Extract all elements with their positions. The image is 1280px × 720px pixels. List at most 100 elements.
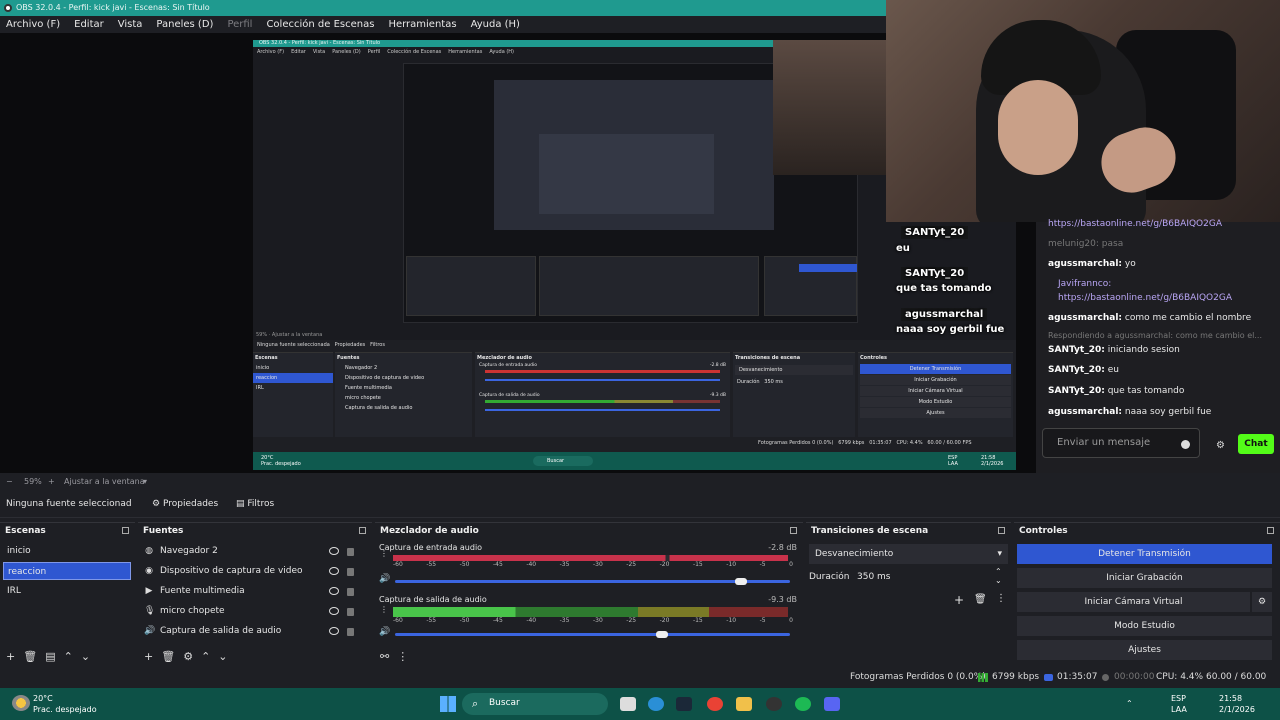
menu-vista[interactable]: Vista <box>118 16 143 33</box>
chevron-down-icon[interactable]: ▾ <box>143 473 147 490</box>
menu-ayuda[interactable]: Ayuda (H) <box>471 16 520 33</box>
volume-slider-in[interactable] <box>395 578 790 585</box>
duration-input[interactable]: 350 ms <box>857 572 891 582</box>
duration-stepper[interactable]: ⌃ ⌄ <box>995 567 1002 585</box>
task-view-icon[interactable] <box>620 697 636 711</box>
arrow-up-icon[interactable]: ⌃ <box>64 650 73 663</box>
zoom-out-icon[interactable]: − <box>6 473 13 490</box>
trash-icon[interactable]: 🗑 <box>23 650 37 663</box>
link-icon[interactable]: ⚯ <box>380 650 389 663</box>
folder-icon[interactable] <box>736 697 752 711</box>
source-item[interactable]: ◉ Dispositivo de captura de video <box>138 562 364 580</box>
taskbar-search[interactable]: ⌕ Buscar <box>462 693 608 715</box>
eye-icon[interactable] <box>329 567 339 575</box>
scene-item-irl[interactable]: IRL <box>3 582 131 600</box>
scene-item-reaccion[interactable]: reaccion <box>3 562 131 580</box>
obs-icon[interactable] <box>766 697 782 711</box>
trash-icon[interactable]: 🗑 <box>161 650 175 663</box>
menu-herramientas[interactable]: Herramientas <box>388 16 456 33</box>
more-vert-icon[interactable]: ⋮ <box>380 549 388 558</box>
more-vert-icon[interactable]: ⋮ <box>996 593 1006 604</box>
arrow-up-icon[interactable]: ⌃ <box>201 650 210 663</box>
start-virtual-camera-button[interactable]: Iniciar Cámara Virtual <box>1017 592 1250 612</box>
source-item[interactable]: 🔊 Captura de salida de audio <box>138 622 364 640</box>
menu-coleccion[interactable]: Colección de Escenas <box>266 16 374 33</box>
eye-icon[interactable] <box>329 547 339 555</box>
speaker-icon[interactable]: 🔊 <box>379 627 390 637</box>
more-vert-icon[interactable]: ⋮ <box>397 650 408 663</box>
dock-undock-icon[interactable] <box>359 527 366 534</box>
transition-select[interactable]: Desvanecimiento ▾ <box>809 544 1008 564</box>
add-icon[interactable]: + <box>6 650 15 663</box>
scene-item-inicio[interactable]: inicio <box>3 542 131 560</box>
arrow-down-icon[interactable]: ⌄ <box>81 650 90 663</box>
edge-icon[interactable] <box>648 697 664 711</box>
weather-icon[interactable] <box>12 695 30 711</box>
eye-icon[interactable] <box>329 587 339 595</box>
source-item[interactable]: ◍ Navegador 2 <box>138 542 364 560</box>
source-item[interactable]: ▶ Fuente multimedia <box>138 582 364 600</box>
more-vert-icon[interactable]: ⋮ <box>380 605 388 614</box>
emoji-icon[interactable] <box>1181 440 1190 449</box>
stop-streaming-button[interactable]: Detener Transmisión <box>1017 544 1272 564</box>
settings-gear-icon[interactable]: ⚙ <box>1216 440 1225 451</box>
mixer-title: Mezclador de audio <box>375 523 803 539</box>
start-recording-button[interactable]: Iniciar Grabación <box>1017 568 1272 588</box>
preview-menu-item: Vista <box>312 49 326 55</box>
gear-icon[interactable]: ⚙ <box>1252 592 1272 612</box>
menu-paneles[interactable]: Paneles (D) <box>156 16 213 33</box>
clock-time[interactable]: 21:58 <box>1219 694 1242 704</box>
chat-message: SANTyt_20: iniciando sesion <box>1048 345 1180 355</box>
speaker-icon[interactable]: 🔊 <box>379 574 390 584</box>
filter-icon[interactable]: ▤ <box>45 650 55 663</box>
preview-menu-item: Paneles (D) <box>332 49 361 55</box>
fit-window-button[interactable]: Ajustar a la ventana <box>64 473 145 490</box>
source-item[interactable]: 🎙 micro chopete <box>138 602 364 620</box>
add-icon[interactable]: + <box>144 650 153 663</box>
zoom-in-icon[interactable]: + <box>48 473 55 490</box>
chat-input[interactable]: Enviar un mensaje <box>1042 428 1200 458</box>
arrow-down-icon[interactable]: ⌄ <box>218 650 227 663</box>
windows-start-icon[interactable] <box>440 696 456 712</box>
lock-icon[interactable] <box>347 628 354 636</box>
steam-icon[interactable] <box>676 697 692 711</box>
eye-icon[interactable] <box>329 627 339 635</box>
chevron-up-icon[interactable]: ⌃ <box>1126 699 1133 709</box>
dock-undock-icon[interactable] <box>998 527 1005 534</box>
dock-undock-icon[interactable] <box>1267 527 1274 534</box>
discord-icon[interactable] <box>824 697 840 711</box>
lang-primary[interactable]: ESP <box>1171 694 1186 704</box>
lock-icon[interactable] <box>347 568 354 576</box>
dock-undock-icon[interactable] <box>122 527 129 534</box>
filters-button[interactable]: ▤ Filtros <box>236 490 274 518</box>
volume-knob[interactable] <box>734 578 747 585</box>
gear-icon[interactable]: ⚙ <box>183 650 193 663</box>
preview-scenes-title: Escenas <box>255 355 278 361</box>
lock-icon[interactable] <box>347 608 354 616</box>
source-context-bar: Ninguna fuente seleccionad ⚙ Propiedades… <box>0 490 1280 518</box>
trash-icon[interactable]: 🗑 <box>974 594 987 605</box>
chrome-icon[interactable] <box>707 697 723 711</box>
lock-icon[interactable] <box>347 548 354 556</box>
camera-icon: ◉ <box>145 566 153 576</box>
spotify-icon[interactable] <box>795 697 811 711</box>
volume-knob[interactable] <box>655 631 668 638</box>
studio-mode-button[interactable]: Modo Estudio <box>1017 616 1272 636</box>
lock-icon[interactable] <box>347 588 354 596</box>
chat-link[interactable]: https://bastaonline.net/g/B6BAIQO2GA <box>1048 218 1222 230</box>
add-icon[interactable]: + <box>954 593 964 607</box>
dock-undock-icon[interactable] <box>790 527 797 534</box>
menu-editar[interactable]: Editar <box>74 16 104 33</box>
properties-button[interactable]: ⚙ Propiedades <box>152 490 218 518</box>
chat-link[interactable]: https://bastaonline.net/g/B6BAIQO2GA <box>1048 292 1232 304</box>
preview-menu-item: Archivo (F) <box>257 49 285 55</box>
volume-slider-out[interactable] <box>395 631 790 638</box>
eye-icon[interactable] <box>329 607 339 615</box>
preview-status: Fotogramas Perdidos 0 (0.0%) 6799 kbps 0… <box>758 440 972 446</box>
settings-button[interactable]: Ajustes <box>1017 640 1272 660</box>
mixer-channel-name: Captura de entrada audio <box>379 543 483 552</box>
chat-send-button[interactable]: Chat <box>1238 434 1274 454</box>
menu-archivo[interactable]: Archivo (F) <box>6 16 60 33</box>
menu-perfil[interactable]: Perfil <box>227 16 252 33</box>
transitions-title: Transiciones de escena <box>806 523 1011 539</box>
